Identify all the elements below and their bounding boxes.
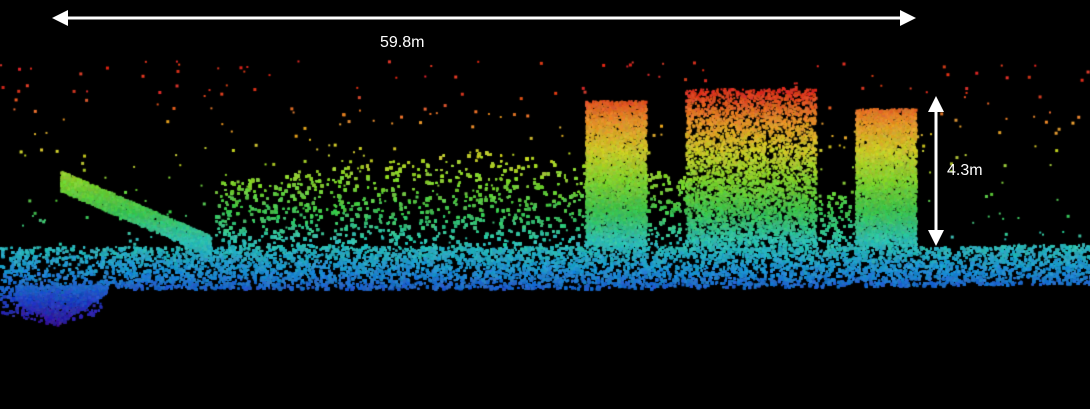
width-measurement-label: 59.8m (380, 34, 425, 51)
double-arrow-horizontal-icon (52, 10, 916, 26)
measurement-overlay (52, 10, 944, 246)
point-cloud-view: 59.8m 4.3m (0, 0, 1090, 409)
height-measurement-label: 4.3m (947, 162, 983, 179)
double-arrow-vertical-icon (928, 96, 944, 246)
